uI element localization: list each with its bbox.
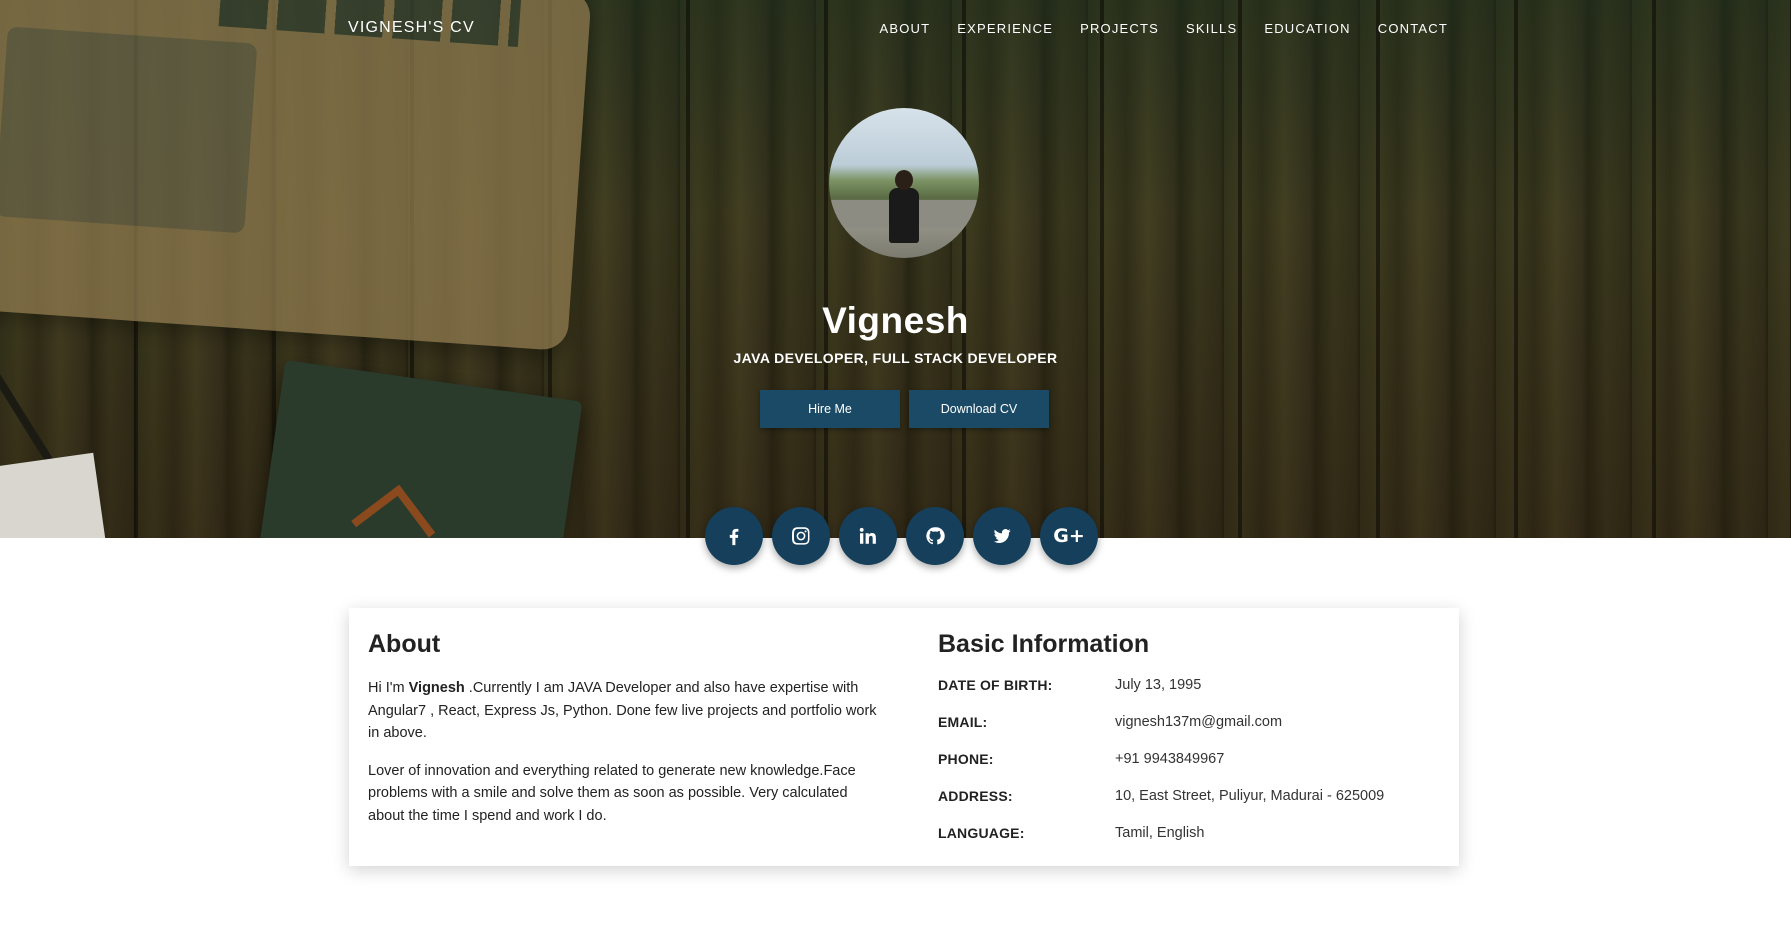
- info-value: vignesh137m@gmail.com: [1115, 714, 1283, 730]
- main-nav: ABOUT EXPERIENCE PROJECTS SKILLS EDUCATI…: [879, 21, 1448, 36]
- nav-skills[interactable]: SKILLS: [1186, 21, 1237, 36]
- github-link[interactable]: [906, 507, 964, 565]
- about-paragraph-2: Lover of innovation and everything relat…: [368, 762, 856, 824]
- nav-about[interactable]: ABOUT: [879, 21, 930, 36]
- basic-info-section: Basic Information DATE OF BIRTH: July 13…: [938, 630, 1438, 862]
- info-row-dob: DATE OF BIRTH: July 13, 1995: [938, 677, 1438, 714]
- basic-info-heading: Basic Information: [938, 630, 1150, 658]
- twitter-icon: [993, 529, 1011, 543]
- info-label: DATE OF BIRTH:: [938, 677, 1053, 693]
- info-row-email: EMAIL: vignesh137m@gmail.com: [938, 714, 1438, 751]
- hero-banner: VIGNESH'S CV ABOUT EXPERIENCE PROJECTS S…: [0, 0, 1791, 538]
- info-row-phone: PHONE: +91 9943849967: [938, 751, 1438, 788]
- laptop-image: [0, 0, 592, 352]
- info-label: ADDRESS:: [938, 788, 1013, 804]
- profile-avatar: [829, 108, 979, 258]
- github-icon: [926, 527, 945, 545]
- about-paragraph-1: Hi I'm Vignesh .Currently I am JAVA Deve…: [368, 680, 877, 741]
- social-links: G+: [705, 507, 1098, 565]
- info-label: PHONE:: [938, 751, 994, 767]
- twitter-link[interactable]: [973, 507, 1031, 565]
- profile-title: JAVA DEVELOPER, FULL STACK DEVELOPER: [733, 350, 1058, 366]
- info-label: LANGUAGE:: [938, 825, 1025, 841]
- hire-me-button[interactable]: Hire Me: [760, 390, 900, 428]
- google-plus-link[interactable]: G+: [1040, 507, 1098, 565]
- info-value: July 13, 1995: [1115, 677, 1202, 693]
- info-label: EMAIL:: [938, 714, 988, 730]
- nav-experience[interactable]: EXPERIENCE: [957, 21, 1053, 36]
- site-brand[interactable]: VIGNESH'S CV: [348, 19, 475, 37]
- info-value: 10, East Street, Puliyur, Madurai - 6250…: [1115, 788, 1385, 804]
- about-heading: About: [368, 630, 441, 658]
- instagram-link[interactable]: [772, 507, 830, 565]
- facebook-icon: [729, 528, 739, 546]
- info-row-language: LANGUAGE: Tamil, English: [938, 825, 1438, 862]
- about-name: Vignesh: [408, 680, 465, 696]
- linkedin-link[interactable]: [839, 507, 897, 565]
- info-value: Tamil, English: [1115, 825, 1205, 841]
- notepad-image: [0, 452, 106, 538]
- profile-name: Vignesh: [822, 300, 969, 341]
- google-plus-icon: G+: [1053, 525, 1085, 547]
- nav-projects[interactable]: PROJECTS: [1080, 21, 1159, 36]
- profile-card: About Hi I'm Vignesh .Currently I am JAV…: [349, 608, 1459, 866]
- nav-contact[interactable]: CONTACT: [1378, 21, 1448, 36]
- nav-education[interactable]: EDUCATION: [1264, 21, 1350, 36]
- info-row-address: ADDRESS: 10, East Street, Puliyur, Madur…: [938, 788, 1438, 825]
- facebook-link[interactable]: [705, 507, 763, 565]
- download-cv-button[interactable]: Download CV: [909, 390, 1049, 428]
- instagram-icon: [792, 527, 810, 545]
- info-value: +91 9943849967: [1115, 751, 1225, 767]
- about-section: About Hi I'm Vignesh .Currently I am JAV…: [368, 630, 878, 842]
- linkedin-icon: [859, 527, 876, 544]
